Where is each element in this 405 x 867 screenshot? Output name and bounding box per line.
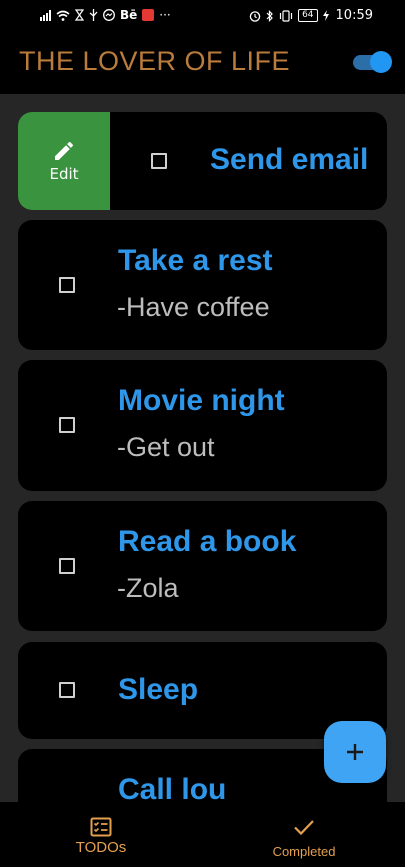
theme-toggle[interactable] (353, 51, 393, 73)
todo-checkbox[interactable] (59, 682, 75, 698)
edit-label: Edit (49, 165, 79, 183)
todo-title: Sleep (118, 673, 199, 706)
usb-icon (89, 9, 98, 21)
status-left-icons: Bē ··· (40, 8, 171, 22)
add-todo-button[interactable] (324, 721, 386, 783)
todo-card[interactable]: Edit Send email (18, 112, 387, 210)
checklist-icon (90, 817, 112, 837)
todo-checkbox[interactable] (151, 153, 167, 169)
hourglass-icon (75, 9, 84, 21)
battery-indicator: 64 (298, 9, 318, 22)
todo-card[interactable]: Movie night -Get out (18, 360, 387, 491)
nav-item-todos[interactable]: TODOs (60, 802, 142, 867)
nav-item-completed[interactable]: Completed (258, 802, 350, 867)
nav-label-todos: TODOs (75, 839, 127, 856)
todo-title: Send email (210, 143, 369, 176)
toggle-knob (370, 51, 392, 73)
todo-subtitle: -Get out (117, 432, 215, 462)
bottom-navigation: TODOs Completed (0, 802, 405, 867)
todo-title: Movie night (118, 384, 285, 417)
todo-checkbox[interactable] (59, 558, 75, 574)
app-bar: THE LOVER OF LIFE (0, 32, 405, 94)
todo-card[interactable]: Take a rest -Have coffee (18, 220, 387, 350)
wifi-icon (56, 10, 70, 21)
todo-subtitle: -Zola (117, 573, 179, 603)
edit-action-button[interactable]: Edit (18, 112, 110, 210)
status-bar: Bē ··· 64 10:59 (0, 0, 405, 32)
todo-checkbox[interactable] (59, 417, 75, 433)
app-title: THE LOVER OF LIFE (19, 46, 291, 76)
alarm-icon (249, 10, 261, 22)
todo-title: Take a rest (118, 244, 273, 277)
pencil-icon (55, 141, 74, 160)
charging-icon (322, 10, 329, 21)
status-right-icons: 64 10:59 (249, 8, 373, 23)
todo-checkbox[interactable] (59, 277, 75, 293)
check-icon (294, 820, 314, 836)
messenger-icon (103, 9, 115, 21)
todo-subtitle: -Have coffee (117, 292, 270, 322)
todo-title: Read a book (118, 525, 297, 558)
notification-app-icon (142, 9, 155, 21)
bluetooth-icon (266, 9, 273, 22)
behance-icon: Bē (120, 8, 138, 22)
vibrate-icon (279, 9, 293, 22)
more-notifications-icon: ··· (159, 8, 171, 22)
status-time: 10:59 (335, 8, 373, 23)
todo-card[interactable]: Read a book -Zola (18, 501, 387, 631)
nav-label-completed: Completed (272, 844, 336, 859)
app-screen: Bē ··· 64 10:59 THE LOVER OF LIFE Edit S… (0, 0, 405, 867)
plus-icon (347, 744, 363, 760)
signal-icon (40, 9, 51, 21)
